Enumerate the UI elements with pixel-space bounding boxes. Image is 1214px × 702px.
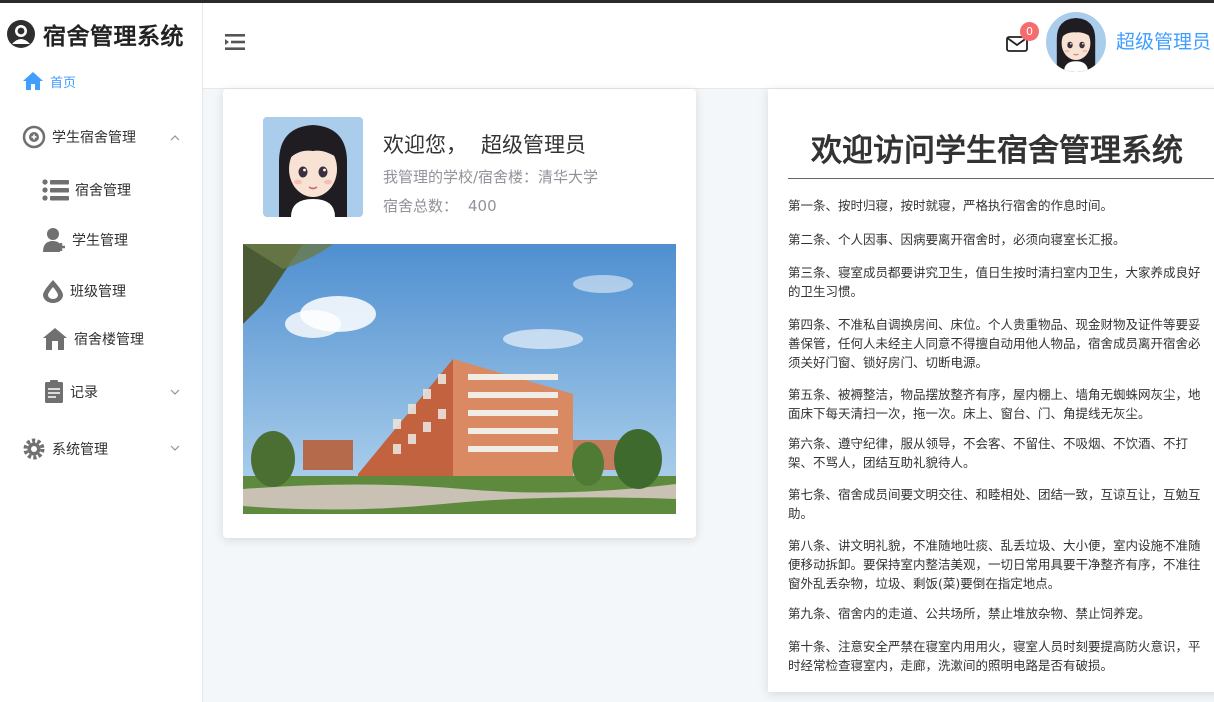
rule-item-8: 第八条、讲文明礼貌，不准随地吐痰、乱丢垃圾、大小便，室内设施不准随便移动拆卸。要… bbox=[788, 538, 1201, 591]
welcome-card: 欢迎您， 超级管理员 我管理的学校/宿舍楼：清华大学 宿舍总数： 400 bbox=[223, 89, 696, 538]
rule-item-5: 第五条、被褥整洁，物品摆放整齐有序，屋内棚上、墙角无蜘蛛网灰尘，地面床下每天清扫… bbox=[788, 387, 1201, 421]
sidebar-item-building-management[interactable]: 宿舍楼管理 bbox=[42, 327, 144, 351]
mail-badge: 0 bbox=[1020, 22, 1039, 41]
collapse-menu-icon[interactable] bbox=[225, 33, 247, 51]
sidebar-item-room-management[interactable]: 宿舍管理 bbox=[42, 179, 131, 201]
compass-plus-icon bbox=[22, 125, 46, 149]
rule-item-1: 第一条、按时归寝，按时就寝，严格执行宿舍的作息时间。 bbox=[788, 198, 1114, 213]
sidebar-item-label: 首页 bbox=[50, 75, 77, 91]
managed-school-line: 我管理的学校/宿舍楼：清华大学 bbox=[383, 168, 599, 186]
dorm-total-label: 宿舍总数： bbox=[383, 197, 459, 215]
user-circle-logo-icon bbox=[7, 20, 35, 48]
rules-divider bbox=[788, 178, 1214, 179]
welcome-name: 超级管理员 bbox=[481, 133, 586, 157]
sidebar: 宿舍管理系统 首页 学生宿舍管理 宿舍管理 学生管理 班级管理 宿舍楼管理 记录… bbox=[0, 3, 203, 702]
sidebar-item-records[interactable]: 记录 bbox=[44, 380, 98, 404]
dorm-total-line: 宿舍总数： 400 bbox=[383, 195, 497, 216]
avatar-image-icon bbox=[263, 117, 363, 217]
app-logo: 宿舍管理系统 bbox=[6, 17, 184, 51]
top-header: 0 超级管理员 bbox=[203, 3, 1214, 89]
sidebar-item-label: 宿舍管理 bbox=[75, 183, 131, 199]
avatar-image-icon bbox=[1046, 12, 1106, 72]
rule-item-6: 第六条、遵守纪律，服从领导，不会客、不留住、不吸烟、不饮酒、不打架、不骂人，团结… bbox=[788, 436, 1189, 470]
dorm-total-value: 400 bbox=[468, 197, 497, 215]
document-icon bbox=[45, 380, 63, 403]
sidebar-item-label: 系统管理 bbox=[52, 442, 108, 458]
rules-title: 欢迎访问学生宿舍管理系统 bbox=[811, 133, 1183, 169]
sidebar-item-label: 学生管理 bbox=[72, 233, 128, 249]
sidebar-item-class-management[interactable]: 班级管理 bbox=[42, 279, 126, 303]
sidebar-item-label: 记录 bbox=[70, 385, 98, 401]
house-icon bbox=[43, 328, 67, 350]
header-username[interactable]: 超级管理员 bbox=[1116, 27, 1211, 54]
profile-avatar bbox=[263, 117, 363, 217]
avatar[interactable] bbox=[1046, 12, 1106, 72]
welcome-greeting: 欢迎您， bbox=[383, 133, 467, 157]
app-title: 宿舍管理系统 bbox=[43, 24, 184, 50]
home-icon bbox=[23, 72, 43, 90]
chevron-down-icon[interactable] bbox=[170, 387, 180, 397]
rule-item-7: 第七条、宿舍成员间要文明交往、和睦相处、团结一致，互谅互让，互勉互助。 bbox=[788, 487, 1201, 521]
chevron-up-icon[interactable] bbox=[170, 133, 180, 143]
sidebar-item-system-management[interactable]: 系统管理 bbox=[22, 437, 108, 461]
gear-icon bbox=[23, 438, 45, 460]
dorm-rules-panel: 欢迎访问学生宿舍管理系统 第一条、按时归寝，按时就寝，严格执行宿舍的作息时间。 … bbox=[768, 89, 1214, 692]
sidebar-item-label: 学生宿舍管理 bbox=[52, 130, 136, 146]
sidebar-item-student-management[interactable]: 学生管理 bbox=[42, 227, 128, 253]
chevron-down-icon[interactable] bbox=[170, 443, 180, 453]
sidebar-item-dorm-management[interactable]: 学生宿舍管理 bbox=[22, 125, 136, 149]
sidebar-item-label: 宿舍楼管理 bbox=[74, 332, 144, 348]
welcome-heading: 欢迎您， 超级管理员 bbox=[383, 129, 586, 159]
sidebar-item-home[interactable]: 首页 bbox=[22, 71, 76, 91]
user-plus-icon bbox=[43, 228, 65, 252]
list-icon bbox=[42, 179, 69, 201]
dormitory-building-image bbox=[243, 244, 676, 514]
rule-item-3: 第三条、寝室成员都要讲究卫生，值日生按时清扫室内卫生，大家养成良好的卫生习惯。 bbox=[788, 265, 1201, 299]
rule-item-4: 第四条、不准私自调换房间、床位。个人贵重物品、现金财物及证件等要妥善保管，任何人… bbox=[788, 317, 1201, 370]
building-illustration-icon bbox=[243, 244, 676, 514]
rule-item-10: 第十条、注意安全严禁在寝室内用用火，寝室人员时刻要提高防火意识，平时经常检查寝室… bbox=[788, 639, 1201, 673]
sidebar-item-label: 班级管理 bbox=[70, 284, 126, 300]
rule-item-2: 第二条、个人因事、因病要离开宿舍时，必须向寝室长汇报。 bbox=[788, 232, 1126, 247]
rule-item-9: 第九条、宿舍内的走道、公共场所，禁止堆放杂物、禁止饲养宠。 bbox=[788, 606, 1151, 621]
drop-icon bbox=[43, 280, 63, 303]
